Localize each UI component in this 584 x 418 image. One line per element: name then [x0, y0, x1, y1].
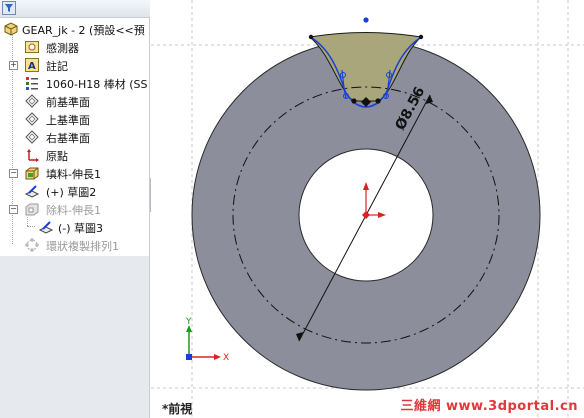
tree-item-sketch2[interactable]: (+) 草圖2 [0, 182, 150, 200]
empty-panel-area [0, 256, 149, 418]
tree-item-label: (+) 草圖2 [46, 186, 97, 199]
tree-item-boss-extrude[interactable]: − 填料-伸長1 [0, 164, 150, 182]
expand-toggle[interactable]: + [9, 61, 18, 70]
plane-icon [25, 112, 39, 126]
graphics-viewport[interactable]: Ø8.56 Y X [151, 0, 584, 418]
tree-item-label: (-) 草圖3 [58, 222, 104, 235]
tree-item-label: 註記 [46, 60, 68, 73]
tree-item-label: 右基準面 [46, 132, 90, 145]
tree-item-cut-extrude[interactable]: − 除料-伸長1 [0, 200, 150, 218]
tree-item-sketch3[interactable]: (-) 草圖3 [0, 218, 150, 236]
tree-item-right-plane[interactable]: 右基準面 [0, 128, 150, 146]
tree-root-label: GEAR_jk - 2 (預設<<預 [22, 24, 145, 37]
tree-item-circular-pattern[interactable]: 環狀複製排列1 [0, 236, 150, 254]
tree-item-front-plane[interactable]: 前基準面 [0, 92, 150, 110]
feature-manager-panel: GEAR_jk - 2 (預設<<預 感測器 + A 註記 1060-H18 棒… [0, 0, 150, 418]
tree-item-label: 環狀複製排列1 [46, 240, 119, 253]
plane-icon [25, 130, 39, 144]
plane-icon [25, 94, 39, 108]
tree-item-label: 除料-伸長1 [46, 204, 101, 217]
filter-icon[interactable] [2, 1, 16, 15]
circular-pattern-icon [25, 238, 39, 252]
origin-icon [27, 149, 39, 162]
part-icon [4, 22, 18, 36]
tree-item-material[interactable]: 1060-H18 棒材 (SS [0, 74, 150, 92]
sketch-icon [38, 221, 54, 234]
sketch-point[interactable] [418, 34, 424, 40]
sketch-icon [24, 185, 40, 198]
tree-item-label: 填料-伸長1 [46, 168, 101, 181]
annotation-icon: A [25, 58, 39, 72]
tree-item-label: 前基準面 [46, 96, 90, 109]
tree-item-label: 原點 [46, 150, 68, 163]
tree-item-origin[interactable]: 原點 [0, 146, 150, 164]
svg-text:Y: Y [185, 317, 192, 327]
cut-extrude-icon [25, 203, 39, 216]
boss-extrude-icon [25, 167, 39, 180]
svg-text:X: X [223, 353, 229, 363]
tree-item-label: 感測器 [46, 42, 79, 55]
tree-item-sensors[interactable]: 感測器 [0, 38, 150, 56]
svg-text:A: A [28, 61, 36, 72]
view-orientation-label: *前視 [162, 402, 193, 416]
material-icon [26, 77, 38, 90]
tree-item-annotations[interactable]: + A 註記 [0, 56, 150, 74]
tree-root[interactable]: GEAR_jk - 2 (預設<<預 [0, 20, 150, 38]
tree-item-label: 上基準面 [46, 114, 90, 127]
sketch-point[interactable] [375, 98, 381, 104]
sketch-point[interactable] [363, 17, 369, 23]
sensor-icon [25, 41, 39, 53]
sketch-point[interactable] [351, 98, 357, 104]
tree-item-label: 1060-H18 棒材 (SS [46, 78, 148, 91]
tree-item-top-plane[interactable]: 上基準面 [0, 110, 150, 128]
expand-toggle[interactable]: − [9, 205, 18, 214]
watermark: 三維網 www.3dportal.cn [400, 399, 578, 414]
tree-toolbar [0, 0, 150, 18]
expand-toggle[interactable]: − [9, 169, 18, 178]
sketch-point[interactable] [308, 34, 314, 40]
